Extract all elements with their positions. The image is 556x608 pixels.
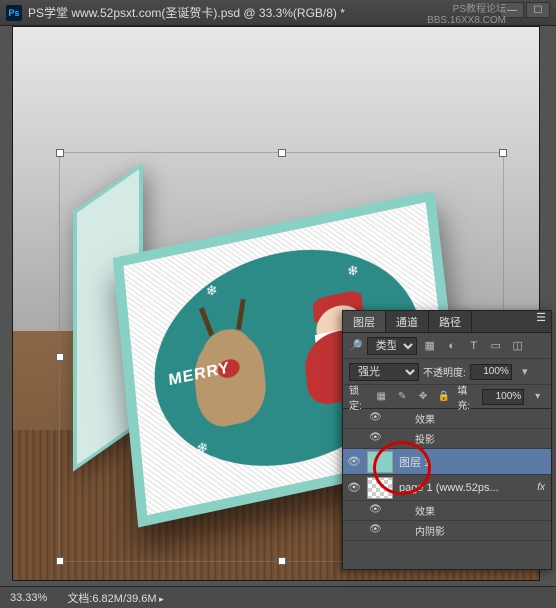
chevron-down-icon[interactable]: ▾ xyxy=(516,363,534,381)
transform-handle[interactable] xyxy=(56,149,64,157)
tab-layers[interactable]: 图层 xyxy=(343,311,386,332)
filter-row: 🔎 类型 ▦ ◐ T ▭ ◫ xyxy=(343,333,551,359)
fill-label: 填充: xyxy=(457,382,476,412)
fx-badge[interactable]: fx xyxy=(537,482,545,493)
lock-all-icon[interactable]: 🔒 xyxy=(436,388,451,406)
document-title: PS学堂 www.52psxt.com(圣诞贺卡).psd @ 33.3%(RG… xyxy=(28,4,345,21)
blend-row: 强光 不透明度: ▾ xyxy=(343,359,551,385)
fill-input[interactable] xyxy=(482,389,524,405)
doc-size-readout[interactable]: 文档:6.82M/39.6M xyxy=(67,590,163,606)
visibility-icon[interactable]: 👁 xyxy=(369,412,383,426)
blend-mode-select[interactable]: 强光 xyxy=(349,363,419,381)
app-icon: Ps xyxy=(6,5,22,21)
visibility-icon[interactable]: 👁 xyxy=(369,504,383,518)
filter-adjust-icon[interactable]: ◐ xyxy=(443,337,461,355)
lock-label: 锁定: xyxy=(349,382,368,412)
lock-pixels-icon[interactable]: ✎ xyxy=(395,388,410,406)
filter-type-icon[interactable]: T xyxy=(465,337,483,355)
layer-name[interactable]: page 1 (www.52ps... xyxy=(399,482,499,494)
effect-label: 投影 xyxy=(415,431,435,446)
layers-panel: 图层 通道 路径 ☰ 🔎 类型 ▦ ◐ T ▭ ◫ 强光 不透明度: ▾ 锁定:… xyxy=(342,310,552,570)
filter-pixel-icon[interactable]: ▦ xyxy=(421,337,439,355)
opacity-label: 不透明度: xyxy=(423,364,466,379)
layer-effects-row[interactable]: 👁 效果 xyxy=(343,409,551,429)
layer-row-layer1[interactable]: 👁 ↳ 图层 1 xyxy=(343,449,551,475)
chevron-down-icon[interactable]: ▾ xyxy=(530,388,545,406)
lock-row: 锁定: ▦ ✎ ✥ 🔒 填充: ▾ xyxy=(343,385,551,409)
layer-thumbnail[interactable] xyxy=(367,477,393,499)
panel-tabs: 图层 通道 路径 ☰ xyxy=(343,311,551,333)
fx-label: 效果 xyxy=(415,503,435,518)
clipping-mask-icon: ↳ xyxy=(367,455,376,468)
layer-list: 👁 效果 👁 投影 👁 ↳ 图层 1 👁 page 1 (www.52ps...… xyxy=(343,409,551,541)
fx-label: 效果 xyxy=(415,411,435,426)
layer-name[interactable]: 图层 1 xyxy=(399,454,430,470)
lock-position-icon[interactable]: ✥ xyxy=(416,388,431,406)
lock-transparency-icon[interactable]: ▦ xyxy=(374,388,389,406)
transform-handle[interactable] xyxy=(499,149,507,157)
zoom-level[interactable]: 33.33% xyxy=(10,592,47,604)
layer-inner-shadow-row[interactable]: 👁 内阴影 xyxy=(343,521,551,541)
transform-handle[interactable] xyxy=(56,353,64,361)
transform-handle[interactable] xyxy=(56,557,64,565)
visibility-icon[interactable]: 👁 xyxy=(369,524,383,538)
visibility-icon[interactable]: 👁 xyxy=(347,455,361,469)
filter-smart-icon[interactable]: ◫ xyxy=(509,337,527,355)
layer-row-page1[interactable]: 👁 page 1 (www.52ps... fx xyxy=(343,475,551,501)
transform-handle[interactable] xyxy=(278,149,286,157)
layer-effects-row[interactable]: 👁 效果 xyxy=(343,501,551,521)
panel-menu-icon[interactable]: ☰ xyxy=(531,311,551,332)
filter-shape-icon[interactable]: ▭ xyxy=(487,337,505,355)
effect-label: 内阴影 xyxy=(415,523,445,538)
restore-button[interactable]: ☐ xyxy=(526,2,550,18)
tab-channels[interactable]: 通道 xyxy=(386,311,429,332)
search-icon: 🔎 xyxy=(349,339,363,352)
status-bar: 33.33% 文档:6.82M/39.6M xyxy=(0,586,556,608)
layer-drop-shadow-row[interactable]: 👁 投影 xyxy=(343,429,551,449)
visibility-icon[interactable]: 👁 xyxy=(347,481,361,495)
transform-handle[interactable] xyxy=(278,557,286,565)
visibility-icon[interactable]: 👁 xyxy=(369,432,383,446)
tab-paths[interactable]: 路径 xyxy=(429,311,472,332)
filter-kind-select[interactable]: 类型 xyxy=(367,337,417,355)
opacity-input[interactable] xyxy=(470,364,512,380)
watermark: PS教程论坛 BBS.16XX8.COM xyxy=(427,4,506,26)
